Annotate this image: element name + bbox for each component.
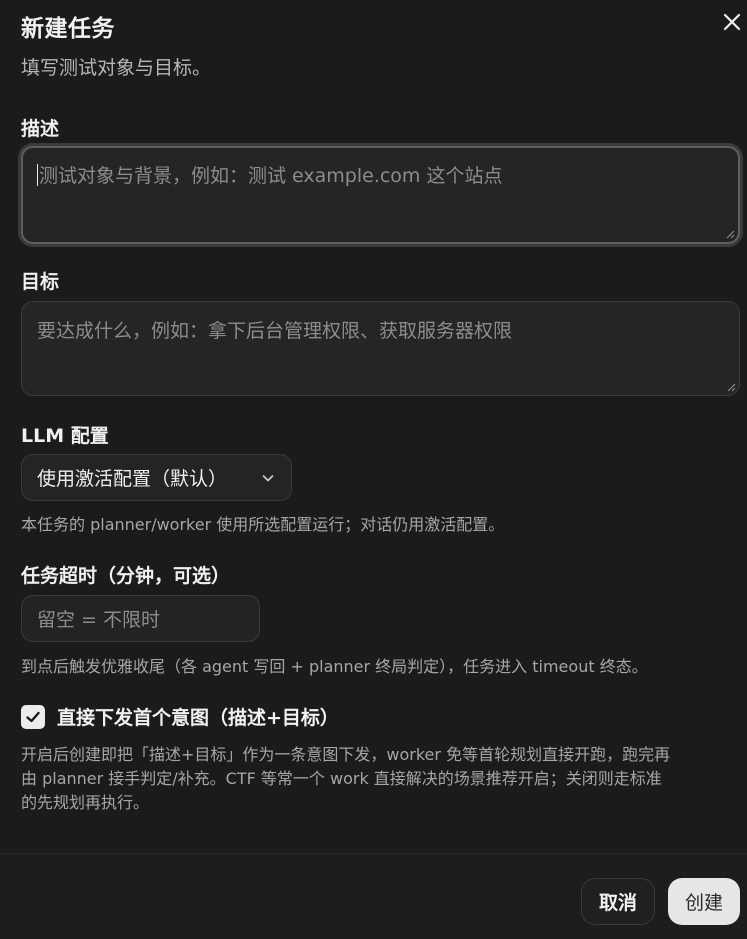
close-button[interactable] <box>720 10 744 34</box>
llm-config-selected: 使用激活配置（默认） <box>37 468 228 490</box>
direct-dispatch-checkbox[interactable] <box>21 704 45 729</box>
description-placeholder: 测试对象与背景，例如：测试 example.com 这个站点 <box>39 165 503 187</box>
dialog-subtitle: 填写测试对象与目标。 <box>21 57 212 79</box>
goal-placeholder: 要达成什么，例如：拿下后台管理权限、获取服务器权限 <box>37 320 513 342</box>
timeout-input[interactable]: 留空 = 不限时 <box>21 595 260 642</box>
llm-config-help: 本任务的 planner/worker 使用所选配置运行；对话仍用激活配置。 <box>21 515 505 534</box>
close-icon <box>723 13 741 31</box>
description-label: 描述 <box>21 118 60 140</box>
llm-config-label: LLM 配置 <box>21 425 109 447</box>
description-textarea[interactable]: 测试对象与背景，例如：测试 example.com 这个站点 <box>21 146 740 244</box>
text-caret <box>37 164 38 186</box>
timeout-placeholder: 留空 = 不限时 <box>37 609 160 631</box>
direct-dispatch-help: 开启后创建即把「描述+目标」作为一条意图下发，worker 免等首轮规划直接开跑… <box>21 743 670 815</box>
check-icon <box>26 711 40 722</box>
help-line: 的先规划再执行。 <box>21 793 150 812</box>
create-button[interactable]: 创建 <box>668 878 740 925</box>
chevron-down-icon <box>262 474 274 481</box>
help-line: 开启后创建即把「描述+目标」作为一条意图下发，worker 免等首轮规划直接开跑… <box>21 745 671 764</box>
timeout-help: 到点后触发优雅收尾（各 agent 写回 + planner 终局判定），任务进… <box>21 657 648 676</box>
timeout-label: 任务超时（分钟，可选） <box>21 565 231 587</box>
resize-handle-icon[interactable] <box>726 382 736 392</box>
cancel-button[interactable]: 取消 <box>581 878 655 925</box>
direct-dispatch-toggle[interactable]: 直接下发首个意图（描述+目标） <box>21 703 339 730</box>
dialog-title: 新建任务 <box>21 16 115 42</box>
goal-textarea[interactable]: 要达成什么，例如：拿下后台管理权限、获取服务器权限 <box>21 301 740 396</box>
llm-config-select[interactable]: 使用激活配置（默认） <box>21 454 292 501</box>
new-task-dialog: 新建任务 填写测试对象与目标。 描述 测试对象与背景，例如：测试 example… <box>0 0 747 939</box>
direct-dispatch-label: 直接下发首个意图（描述+目标） <box>57 707 339 729</box>
goal-label: 目标 <box>21 271 60 293</box>
help-line: 由 planner 接手判定/补充。CTF 等常一个 work 直接解决的场景推… <box>21 769 662 788</box>
resize-handle-icon[interactable] <box>725 229 735 239</box>
